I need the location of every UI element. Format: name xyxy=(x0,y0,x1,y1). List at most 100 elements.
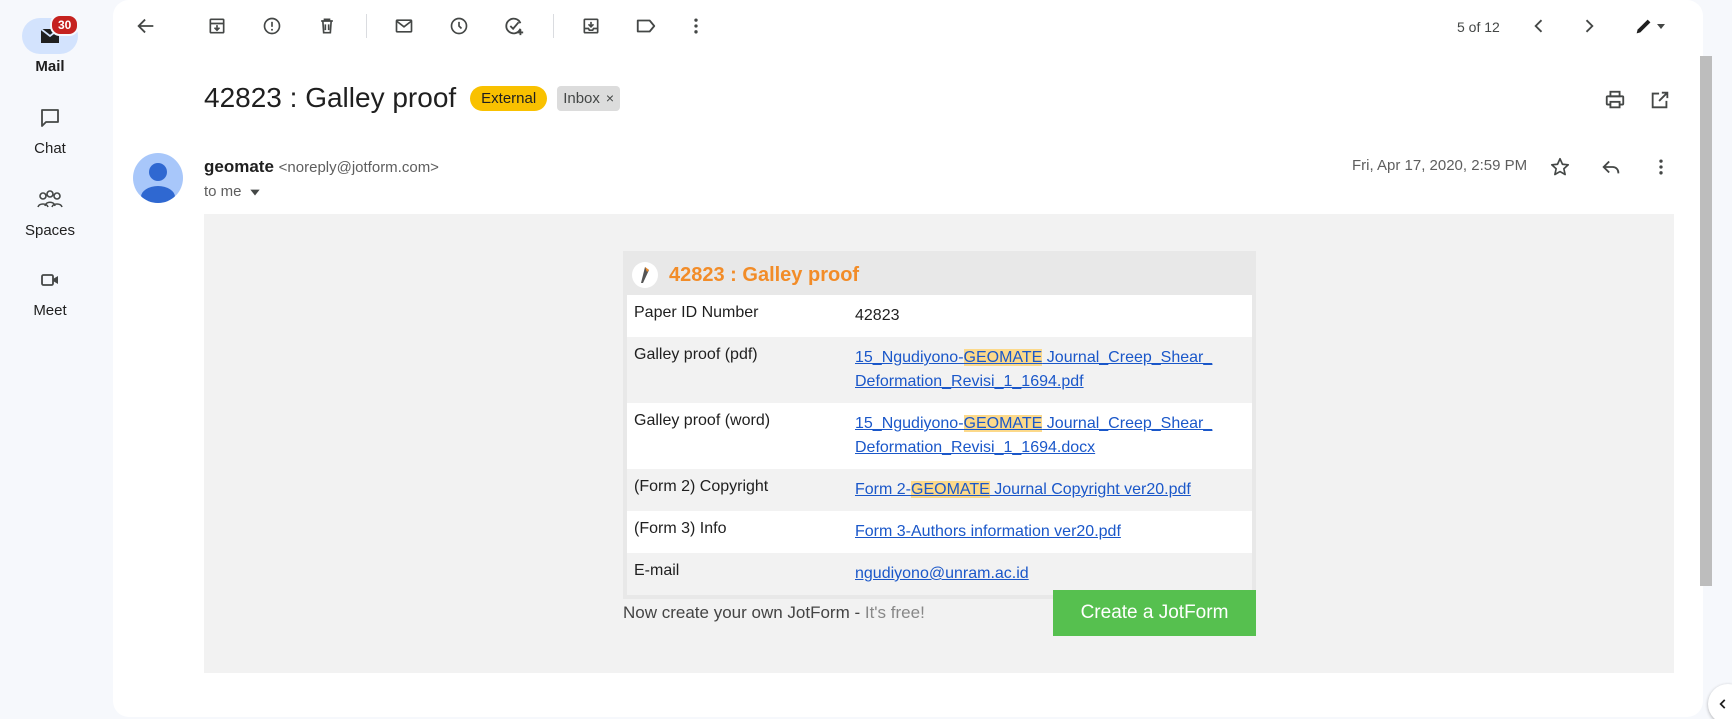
back-button[interactable] xyxy=(126,6,166,46)
table-row: Galley proof (pdf) 15_Ngudiyono-GEOMATE … xyxy=(627,337,1252,403)
rail-meet[interactable]: Meet xyxy=(0,262,100,319)
reply-button[interactable] xyxy=(1591,147,1631,187)
unread-badge: 30 xyxy=(50,14,80,36)
inbox-chip-label: Inbox xyxy=(563,89,600,107)
star-button[interactable] xyxy=(1540,147,1580,187)
table-row: (Form 3) Info Form 3-Authors information… xyxy=(627,511,1252,553)
jotform-logo-icon xyxy=(632,262,658,288)
mark-unread-icon xyxy=(395,19,413,33)
toolbar-divider xyxy=(366,14,367,38)
jotform-header: 42823 : Galley proof xyxy=(627,255,1252,295)
label-icon xyxy=(636,19,656,33)
row-label: (Form 2) Copyright xyxy=(634,478,769,495)
galley-pdf-link[interactable]: 15_Ngudiyono-GEOMATE Journal_Creep_Shear… xyxy=(855,349,1212,390)
table-row: Galley proof (word) 15_Ngudiyono-GEOMATE… xyxy=(627,403,1252,469)
mail-pill: 30 xyxy=(22,14,80,54)
delete-icon xyxy=(321,18,333,34)
report-spam-icon xyxy=(263,17,281,35)
snooze-button[interactable] xyxy=(439,6,479,46)
table-row: E-mail ngudiyono@unram.ac.id xyxy=(627,553,1252,595)
rail-mail-label: Mail xyxy=(35,58,65,75)
add-task-icon xyxy=(505,17,524,36)
jotform-promo: Now create your own JotForm - It's free! xyxy=(623,603,925,623)
rail-meet-label: Meet xyxy=(33,302,67,319)
print-button[interactable] xyxy=(1595,80,1635,120)
sender-name[interactable]: geomate xyxy=(204,157,274,176)
report-spam-button[interactable] xyxy=(252,6,292,46)
rail-mail[interactable]: 30 Mail xyxy=(0,14,100,75)
row-label: Galley proof (pdf) xyxy=(634,346,758,363)
left-rail: 30 Mail Chat Spaces Meet xyxy=(0,0,100,719)
side-panel-toggle[interactable] xyxy=(1708,684,1732,719)
external-chip: External xyxy=(470,85,548,111)
snooze-icon xyxy=(450,17,468,35)
spaces-icon xyxy=(37,190,63,208)
print-icon xyxy=(1605,90,1625,109)
row-label: Galley proof (word) xyxy=(634,412,771,429)
subject-row: 42823 : Galley proof External Inbox × xyxy=(204,82,621,114)
person-icon xyxy=(141,163,175,203)
chat-icon xyxy=(41,109,59,127)
more-vert-icon xyxy=(694,18,698,34)
older-button[interactable] xyxy=(1569,6,1609,46)
page-count: 5 of 12 xyxy=(1457,19,1500,35)
toolbar-divider xyxy=(553,14,554,38)
row-label: Paper ID Number xyxy=(634,304,759,321)
sender-avatar[interactable] xyxy=(133,153,183,203)
recipients-toggle[interactable]: to me xyxy=(204,183,262,200)
more-vert-icon xyxy=(1659,159,1663,175)
move-to-button[interactable] xyxy=(571,6,611,46)
rail-chat-label: Chat xyxy=(34,140,66,157)
open-new-window-button[interactable] xyxy=(1640,80,1680,120)
delete-button[interactable] xyxy=(307,6,347,46)
newer-button[interactable] xyxy=(1519,6,1559,46)
row-label: (Form 3) Info xyxy=(634,520,727,537)
archive-button[interactable] xyxy=(197,6,237,46)
promo-text: Now create your own JotForm - xyxy=(623,603,865,622)
rail-spaces-label: Spaces xyxy=(24,222,76,239)
message-more-button[interactable] xyxy=(1641,147,1681,187)
chevron-right-icon xyxy=(1585,19,1594,33)
recipients-label: to me xyxy=(204,183,242,200)
inbox-chip: Inbox × xyxy=(557,85,621,111)
message-subject: 42823 : Galley proof xyxy=(204,82,457,113)
sender-line: geomate <noreply@jotform.com> xyxy=(204,157,439,177)
more-options-button[interactable] xyxy=(676,6,716,46)
table-row: (Form 2) Copyright Form 2-GEOMATE Journa… xyxy=(627,469,1252,511)
chat-pill xyxy=(22,100,78,136)
sender-email: <noreply@jotform.com> xyxy=(278,159,439,176)
jotform-table: 42823 : Galley proof Paper ID Number 428… xyxy=(623,251,1256,599)
row-label: E-mail xyxy=(634,562,680,579)
paper-id-value: 42823 xyxy=(855,307,900,324)
archive-icon xyxy=(209,18,225,34)
remove-label-button[interactable]: × xyxy=(606,90,614,106)
video-camera-icon xyxy=(41,274,58,286)
star-icon xyxy=(1550,157,1570,176)
create-jotform-button[interactable]: Create a JotForm xyxy=(1053,590,1256,636)
copyright-form-link[interactable]: Form 2-GEOMATE Journal Copyright ver20.p… xyxy=(855,481,1191,498)
caret-down-icon xyxy=(1657,24,1665,29)
edit-icon xyxy=(1636,19,1651,34)
galley-word-link[interactable]: 15_Ngudiyono-GEOMATE Journal_Creep_Shear… xyxy=(855,415,1212,456)
message-date: Fri, Apr 17, 2020, 2:59 PM xyxy=(1352,157,1528,174)
meet-pill xyxy=(22,262,78,298)
chevron-left-icon xyxy=(1719,699,1726,709)
promo-free: It's free! xyxy=(864,603,925,622)
mark-unread-button[interactable] xyxy=(384,6,424,46)
move-to-icon xyxy=(583,18,599,34)
table-row: Paper ID Number 42823 xyxy=(627,295,1252,337)
authors-info-link[interactable]: Form 3-Authors information ver20.pdf xyxy=(855,523,1121,540)
chevron-left-icon xyxy=(1534,19,1543,33)
reply-icon xyxy=(1602,160,1620,174)
spaces-pill xyxy=(22,182,78,218)
add-task-button[interactable] xyxy=(494,6,534,46)
back-arrow-icon xyxy=(137,18,154,34)
author-email-link[interactable]: ngudiyono@unram.ac.id xyxy=(855,565,1029,582)
rail-spaces[interactable]: Spaces xyxy=(0,182,100,239)
scrollbar[interactable] xyxy=(1700,56,1712,586)
caret-down-icon xyxy=(249,189,260,195)
label-button[interactable] xyxy=(626,6,666,46)
input-tools-button[interactable] xyxy=(1622,6,1678,46)
rail-chat[interactable]: Chat xyxy=(0,100,100,157)
open-in-new-icon xyxy=(1651,91,1669,109)
